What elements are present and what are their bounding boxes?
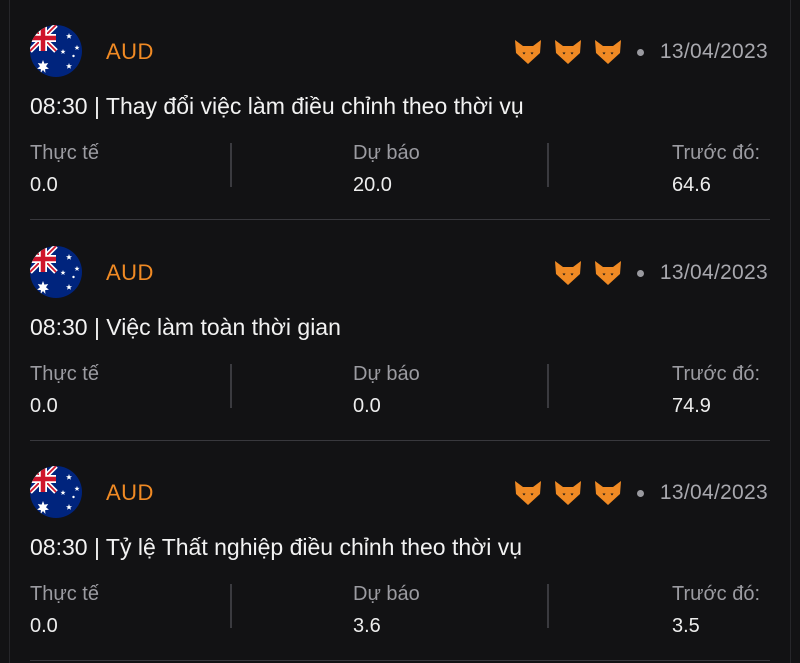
bull-head-icon [593, 258, 623, 288]
column-divider [230, 364, 232, 408]
australia-flag-icon [30, 466, 82, 518]
event-date: 13/04/2023 [659, 40, 768, 63]
right-frame-line [790, 0, 791, 663]
previous-label: Trước đó: [672, 142, 760, 164]
bull-head-icon [553, 37, 583, 67]
actual-value: 0.0 [30, 174, 58, 196]
australia-flag-icon [30, 246, 82, 298]
impact-rating [543, 258, 623, 288]
currency-code: AUD [106, 480, 154, 505]
event-title: 08:30 | Việc làm toàn thời gian [30, 314, 341, 340]
separator-dot [636, 269, 644, 277]
column-divider [547, 584, 549, 628]
australia-flag-icon [30, 25, 82, 77]
forecast-value: 20.0 [353, 174, 392, 196]
actual-value: 0.0 [30, 615, 58, 637]
bull-head-icon [513, 478, 543, 508]
calendar-event-card[interactable]: AUD 13/04/2023 08:30 | Thay đổi việc làm… [30, 0, 770, 220]
previous-label: Trước đó: [672, 583, 760, 605]
actual-label: Thực tế [30, 363, 99, 385]
currency-code: AUD [106, 260, 154, 285]
actual-label: Thực tế [30, 142, 99, 164]
previous-value: 74.9 [672, 395, 711, 417]
event-title: 08:30 | Tỷ lệ Thất nghiệp điều chỉnh the… [30, 534, 523, 560]
separator-dot [636, 489, 644, 497]
bull-head-icon [593, 37, 623, 67]
event-meta: 13/04/2023 [543, 258, 768, 288]
forecast-label: Dự báo [353, 583, 420, 605]
event-date: 13/04/2023 [659, 261, 768, 284]
currency-code: AUD [106, 39, 154, 64]
impact-rating [503, 37, 623, 67]
event-meta: 13/04/2023 [503, 478, 768, 508]
actual-value: 0.0 [30, 395, 58, 417]
forecast-label: Dự báo [353, 142, 420, 164]
column-divider [230, 143, 232, 187]
card-divider [30, 660, 770, 661]
actual-label: Thực tế [30, 583, 99, 605]
previous-label: Trước đó: [672, 363, 760, 385]
calendar-event-card[interactable]: AUD 13/04/2023 08:30 | Tỷ lệ Thất nghiệp… [30, 441, 770, 661]
column-divider [547, 364, 549, 408]
card-divider [30, 219, 770, 220]
bull-head-icon [593, 478, 623, 508]
impact-rating [503, 478, 623, 508]
column-divider [547, 143, 549, 187]
forecast-value: 0.0 [353, 395, 381, 417]
left-frame-line [9, 0, 10, 663]
forecast-value: 3.6 [353, 615, 381, 637]
event-title: 08:30 | Thay đổi việc làm điều chỉnh the… [30, 93, 524, 119]
separator-dot [636, 48, 644, 56]
forecast-label: Dự báo [353, 363, 420, 385]
bull-head-icon [553, 478, 583, 508]
calendar-event-card[interactable]: AUD 13/04/2023 08:30 | Việc làm toàn thờ… [30, 221, 770, 441]
previous-value: 64.6 [672, 174, 711, 196]
previous-value: 3.5 [672, 615, 700, 637]
column-divider [230, 584, 232, 628]
bull-head-icon [513, 37, 543, 67]
event-date: 13/04/2023 [659, 481, 768, 504]
bull-head-icon [553, 258, 583, 288]
event-meta: 13/04/2023 [503, 37, 768, 67]
